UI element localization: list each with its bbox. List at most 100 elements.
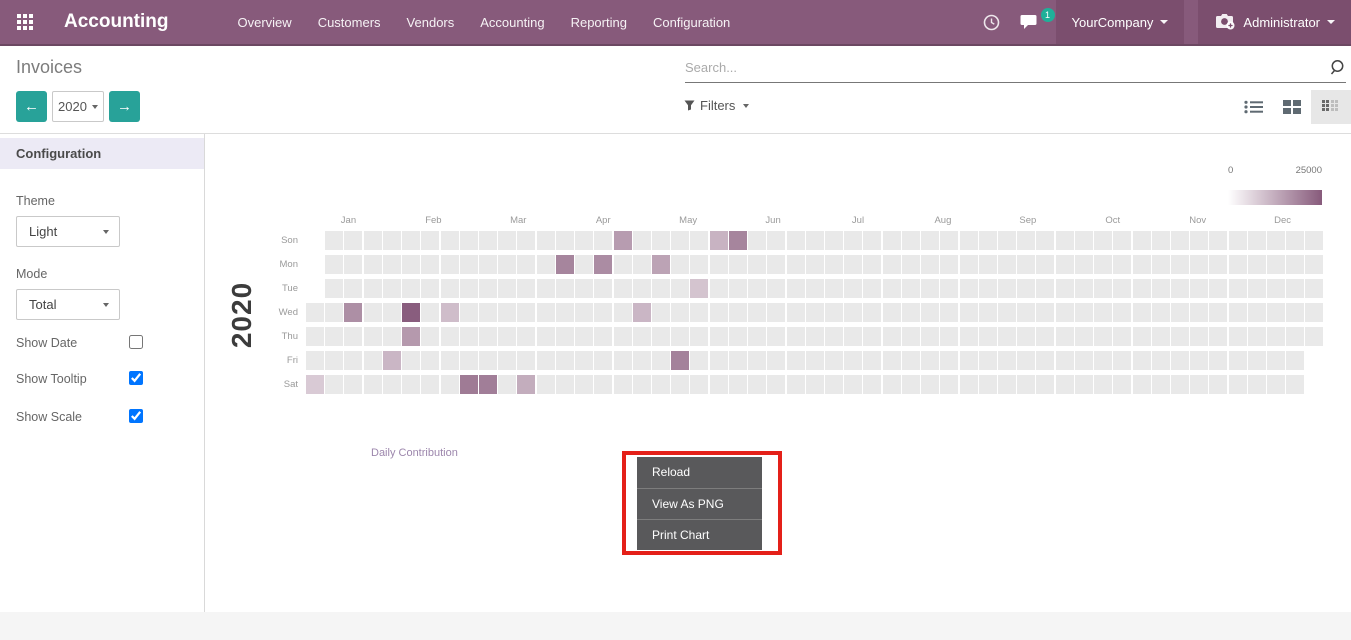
heatmap-cell[interactable] [441,375,459,394]
heatmap-cell[interactable] [421,255,439,274]
heatmap-cell[interactable] [614,375,632,394]
next-year-button[interactable]: → [109,91,140,122]
heatmap-cell[interactable] [729,231,747,250]
heatmap-cell[interactable] [806,351,824,370]
menu-overview[interactable]: Overview [225,0,305,44]
heatmap-cell[interactable] [1056,351,1074,370]
heatmap-cell[interactable] [498,255,516,274]
heatmap-cell[interactable] [498,351,516,370]
heatmap-cell[interactable] [594,303,612,322]
heatmap-cell[interactable] [344,375,362,394]
heatmap-cell[interactable] [1229,351,1247,370]
heatmap-cell[interactable] [614,255,632,274]
mode-select[interactable]: Total [16,289,120,320]
heatmap-cell[interactable] [1209,327,1227,346]
apps-menu-button[interactable] [0,0,50,44]
company-switcher[interactable]: YourCompany [1056,0,1185,44]
heatmap-cell[interactable] [883,255,901,274]
heatmap-cell[interactable] [940,255,958,274]
heatmap-cell[interactable] [710,327,728,346]
heatmap-cell[interactable] [556,351,574,370]
heatmap-cell[interactable] [690,327,708,346]
heatmap-cell[interactable] [1248,303,1266,322]
menu-configuration[interactable]: Configuration [640,0,743,44]
heatmap-cell[interactable] [1286,231,1304,250]
heatmap-cell[interactable] [479,327,497,346]
config-checkbox[interactable] [129,371,143,385]
heatmap-cell[interactable] [383,279,401,298]
heatmap-cell[interactable] [1075,303,1093,322]
heatmap-cell[interactable] [633,351,651,370]
heatmap-cell[interactable] [364,351,382,370]
heatmap-cell[interactable] [998,231,1016,250]
heatmap-cell[interactable] [441,351,459,370]
heatmap-cell[interactable] [825,231,843,250]
heatmap-cell[interactable] [1248,327,1266,346]
heatmap-cell[interactable] [729,255,747,274]
heatmap-cell[interactable] [1209,375,1227,394]
heatmap-cell[interactable] [1133,231,1151,250]
heatmap-cell[interactable] [710,375,728,394]
heatmap-cell[interactable] [844,279,862,298]
heatmap-cell[interactable] [690,375,708,394]
heatmap-cell[interactable] [460,255,478,274]
heatmap-cell[interactable] [1286,351,1304,370]
heatmap-cell[interactable] [402,327,420,346]
heatmap-cell[interactable] [787,351,805,370]
heatmap-cell[interactable] [883,303,901,322]
heatmap-cell[interactable] [498,303,516,322]
heatmap-cell[interactable] [594,327,612,346]
heatmap-cell[interactable] [479,303,497,322]
heatmap-cell[interactable] [825,351,843,370]
heatmap-cell[interactable] [1036,375,1054,394]
heatmap-cell[interactable] [979,351,997,370]
heatmap-cell[interactable] [1267,375,1285,394]
heatmap-cell[interactable] [883,231,901,250]
heatmap-cell[interactable] [1056,375,1074,394]
heatmap-cell[interactable] [441,231,459,250]
heatmap-cell[interactable] [633,375,651,394]
heatmap-cell[interactable] [652,375,670,394]
heatmap-cell[interactable] [1036,303,1054,322]
heatmap-cell[interactable] [1248,375,1266,394]
heatmap-cell[interactable] [652,303,670,322]
heatmap-cell[interactable] [998,375,1016,394]
heatmap-cell[interactable] [498,279,516,298]
heatmap-cell[interactable] [1133,327,1151,346]
heatmap-cell[interactable] [729,279,747,298]
heatmap-cell[interactable] [344,231,362,250]
heatmap-cell[interactable] [825,327,843,346]
heatmap-cell[interactable] [1113,351,1131,370]
heatmap-cell[interactable] [1152,303,1170,322]
heatmap-cell[interactable] [1190,327,1208,346]
heatmap-cell[interactable] [1267,279,1285,298]
heatmap-cell[interactable] [1190,303,1208,322]
heatmap-cell[interactable] [325,327,343,346]
heatmap-cell[interactable] [883,351,901,370]
heatmap-cell[interactable] [921,303,939,322]
heatmap-cell[interactable] [325,231,343,250]
heatmap-cell[interactable] [556,375,574,394]
heatmap-cell[interactable] [594,279,612,298]
heatmap-cell[interactable] [787,303,805,322]
heatmap-cell[interactable] [979,255,997,274]
heatmap-cell[interactable] [710,255,728,274]
heatmap-cell[interactable] [767,231,785,250]
heatmap-cell[interactable] [787,231,805,250]
heatmap-cell[interactable] [921,327,939,346]
heatmap-cell[interactable] [748,351,766,370]
heatmap-cell[interactable] [1036,231,1054,250]
heatmap-cell[interactable] [1171,327,1189,346]
heatmap-cell[interactable] [594,351,612,370]
heatmap-cell[interactable] [537,327,555,346]
heatmap-cell[interactable] [998,279,1016,298]
heatmap-cell[interactable] [863,327,881,346]
heatmap-cell[interactable] [844,303,862,322]
heatmap-cell[interactable] [537,351,555,370]
heatmap-cell[interactable] [1209,351,1227,370]
heatmap-cell[interactable] [306,351,324,370]
heatmap-cell[interactable] [364,231,382,250]
heatmap-cell[interactable] [460,279,478,298]
heatmap-cell[interactable] [421,327,439,346]
heatmap-cell[interactable] [863,255,881,274]
